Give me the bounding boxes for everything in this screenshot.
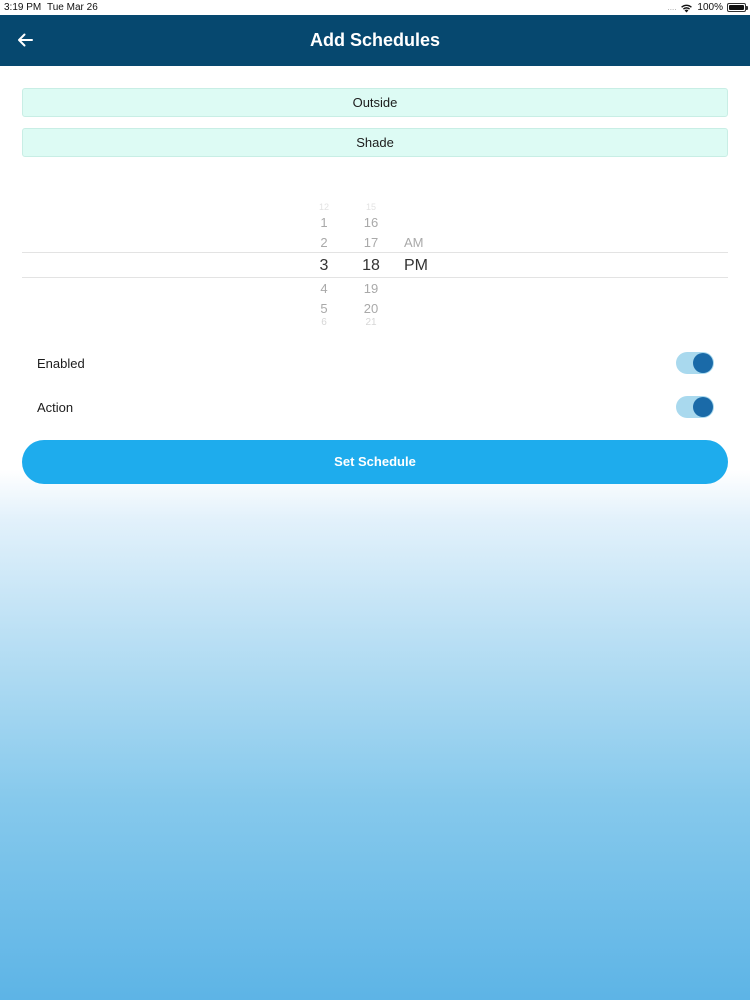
minute-wheel[interactable]: 15 16 17 18 19 20 21 bbox=[356, 198, 386, 338]
battery-percentage: 100% bbox=[697, 2, 723, 13]
page-title: Add Schedules bbox=[309, 30, 441, 50]
minute-option[interactable]: 16 bbox=[356, 215, 386, 230]
toggle-knob bbox=[693, 397, 713, 417]
wifi-icon bbox=[681, 4, 693, 12]
status-time: 3:19 PM bbox=[4, 2, 42, 13]
action-row: Action bbox=[22, 386, 728, 430]
battery-icon bbox=[727, 3, 748, 12]
enabled-label: Enabled bbox=[37, 356, 85, 371]
toggle-knob bbox=[693, 353, 713, 373]
settings-panel: Enabled Action bbox=[22, 342, 728, 432]
hour-option[interactable]: 2 bbox=[310, 235, 338, 250]
status-bar: 3:19 PM Tue Mar 26 .... 100% bbox=[0, 0, 750, 15]
location-selector[interactable]: Outside bbox=[22, 88, 728, 117]
hour-option[interactable]: 1 bbox=[310, 215, 338, 230]
hour-option[interactable]: 6 bbox=[310, 317, 338, 328]
hour-wheel[interactable]: 12 1 2 3 4 5 6 bbox=[310, 198, 338, 338]
device-selector[interactable]: Shade bbox=[22, 128, 728, 157]
status-indicators: .... 100% bbox=[667, 1, 748, 14]
hour-option-selected[interactable]: 3 bbox=[310, 257, 338, 275]
minute-option[interactable]: 17 bbox=[356, 235, 386, 250]
signal-icon: .... bbox=[667, 3, 677, 12]
hour-option[interactable]: 12 bbox=[310, 202, 338, 212]
set-schedule-button[interactable]: Set Schedule bbox=[22, 440, 728, 484]
minute-option[interactable]: 19 bbox=[356, 281, 386, 296]
time-picker[interactable]: 12 1 2 3 4 5 6 15 16 17 18 19 20 21 AM P… bbox=[22, 198, 728, 338]
period-option[interactable]: AM bbox=[404, 235, 438, 250]
enabled-row: Enabled bbox=[22, 342, 728, 386]
action-toggle[interactable] bbox=[676, 396, 714, 418]
action-label: Action bbox=[37, 400, 74, 415]
enabled-toggle[interactable] bbox=[676, 352, 714, 374]
minute-option[interactable]: 15 bbox=[356, 202, 386, 212]
status-date: Tue Mar 26 bbox=[47, 2, 98, 13]
navigation-bar: Add Schedules bbox=[0, 15, 750, 66]
minute-option[interactable]: 20 bbox=[356, 301, 386, 316]
period-option-selected[interactable]: PM bbox=[404, 257, 438, 275]
hour-option[interactable]: 4 bbox=[310, 281, 338, 296]
minute-option[interactable]: 21 bbox=[356, 317, 386, 328]
hour-option[interactable]: 5 bbox=[310, 301, 338, 316]
period-wheel[interactable]: AM PM bbox=[404, 198, 438, 338]
minute-option-selected[interactable]: 18 bbox=[356, 257, 386, 275]
